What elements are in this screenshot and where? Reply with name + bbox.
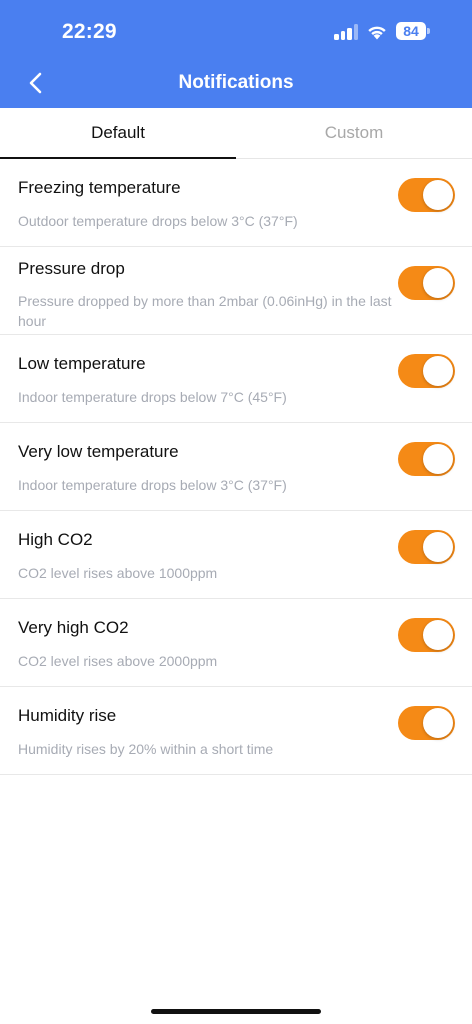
status-time: 22:29 — [62, 20, 117, 43]
notification-title: Freezing temperature — [18, 178, 181, 197]
notification-title: Very low temperature — [18, 442, 179, 461]
wifi-icon — [368, 26, 386, 40]
notification-toggle[interactable] — [398, 354, 455, 388]
toggle-knob — [423, 708, 453, 738]
home-indicator — [151, 1009, 321, 1014]
notification-title: Pressure drop — [18, 259, 125, 278]
toggle-knob — [423, 268, 453, 298]
toggle-knob — [423, 444, 453, 474]
notification-title: Low temperature — [18, 354, 146, 373]
list-item: Humidity rise Humidity rises by 20% with… — [0, 687, 472, 775]
toggle-knob — [423, 532, 453, 562]
signal-icon — [334, 24, 360, 40]
tab-bar: Default Custom — [0, 108, 472, 159]
battery-nub — [427, 28, 430, 34]
notification-toggle[interactable] — [398, 706, 455, 740]
notification-description: Pressure dropped by more than 2mbar (0.0… — [18, 293, 392, 329]
battery-icon: 84 — [396, 22, 426, 40]
list-item: High CO2 CO2 level rises above 1000ppm — [0, 511, 472, 599]
notification-title: Very high CO2 — [18, 618, 129, 637]
list-item: Freezing temperature Outdoor temperature… — [0, 159, 472, 247]
notification-toggle[interactable] — [398, 442, 455, 476]
notification-description: Indoor temperature drops below 7°C (45°F… — [18, 389, 287, 405]
app-header: 22:29 84 Notifications — [0, 0, 472, 108]
toggle-knob — [423, 620, 453, 650]
page-title: Notifications — [178, 72, 294, 93]
tab-custom[interactable]: Custom — [236, 108, 472, 159]
notification-description: CO2 level rises above 2000ppm — [18, 653, 218, 669]
status-bar: 22:29 84 — [0, 0, 472, 62]
notification-toggle[interactable] — [398, 530, 455, 564]
list-item: Pressure drop Pressure dropped by more t… — [0, 247, 472, 335]
notification-description: Outdoor temperature drops below 3°C (37°… — [18, 213, 298, 229]
notification-description: CO2 level rises above 1000ppm — [18, 565, 218, 581]
notification-toggle[interactable] — [398, 618, 455, 652]
notification-toggle[interactable] — [398, 178, 455, 212]
notification-list: Freezing temperature Outdoor temperature… — [0, 159, 472, 775]
toggle-knob — [423, 356, 453, 386]
notification-title: High CO2 — [18, 530, 93, 549]
notification-description: Humidity rises by 20% within a short tim… — [18, 741, 274, 757]
list-item: Very high CO2 CO2 level rises above 2000… — [0, 599, 472, 687]
list-item: Low temperature Indoor temperature drops… — [0, 335, 472, 423]
tab-default[interactable]: Default — [0, 108, 236, 159]
notification-toggle[interactable] — [398, 266, 455, 300]
toggle-knob — [423, 180, 453, 210]
list-item: Very low temperature Indoor temperature … — [0, 423, 472, 511]
notification-description: Indoor temperature drops below 3°C (37°F… — [18, 477, 287, 493]
notification-title: Humidity rise — [18, 706, 117, 725]
